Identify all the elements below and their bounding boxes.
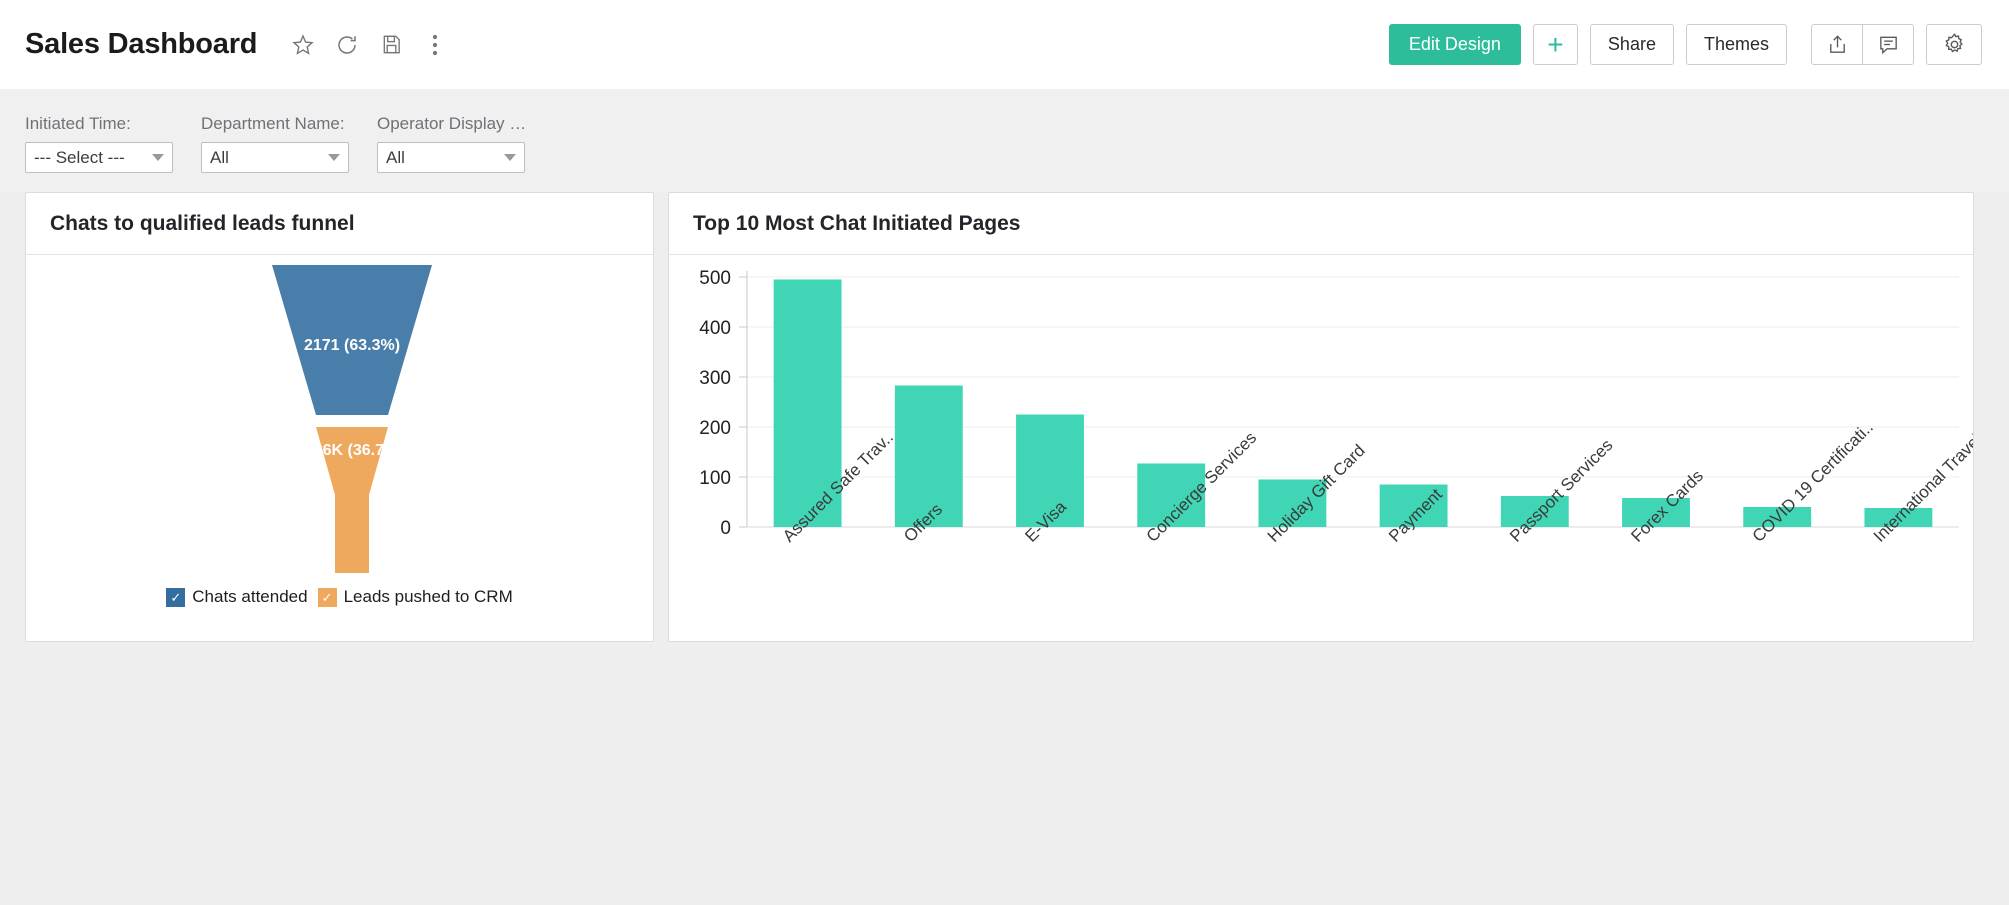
dashboard-cards: Chats to qualified leads funnel 2171 (63… [0, 192, 2009, 642]
more-options-icon[interactable] [422, 32, 448, 58]
funnel-card-body: 2171 (63.3%) 1.26K (36.7%) ✓ Chats atten… [26, 255, 653, 642]
chevron-down-icon [328, 154, 340, 161]
legend-label: Chats attended [192, 587, 308, 606]
favorite-star-icon[interactable] [290, 32, 316, 58]
funnel-card-title: Chats to qualified leads funnel [50, 211, 355, 235]
funnel-segment-label-top: 2171 (63.3%) [303, 337, 399, 354]
filter-value: --- Select --- [34, 147, 125, 167]
bar-card-title: Top 10 Most Chat Initiated Pages [693, 211, 1021, 235]
filter-label: Initiated Time: [25, 114, 131, 133]
filter-value: All [210, 147, 229, 167]
edit-design-button[interactable]: Edit Design [1388, 24, 1521, 65]
y-axis-tick-label: 300 [699, 368, 731, 389]
add-button[interactable]: + [1532, 24, 1578, 65]
bar-card: Top 10 Most Chat Initiated Pages 0 100 200… [668, 192, 1974, 642]
legend-item-chats-attended[interactable]: ✓ Chats attended [166, 587, 308, 607]
title-actions [290, 32, 448, 58]
chevron-down-icon [504, 154, 516, 161]
y-axis-tick-label: 100 [699, 468, 731, 489]
icon-button-group [1811, 24, 1914, 65]
filter-initiated-time: Initiated Time: --- Select --- [25, 114, 173, 192]
bar-chart: 0 100 200 300 400 500 Assured Safe Trav.. Offer… [669, 255, 1973, 642]
x-axis-tick-label: Passport Services [1506, 436, 1616, 546]
initiated-time-select[interactable]: --- Select --- [25, 142, 173, 173]
filter-label: Operator Display N... [377, 114, 527, 133]
export-icon[interactable] [1811, 24, 1863, 65]
filter-department-name: Department Name: All [201, 114, 349, 192]
funnel-svg: 2171 (63.3%) 1.26K (36.7%) [271, 265, 432, 573]
legend-checkbox-leads-pushed[interactable]: ✓ [317, 587, 337, 607]
filter-label: Department Name: [201, 114, 345, 133]
header-left: Sales Dashboard [25, 28, 448, 61]
funnel-chart: 2171 (63.3%) 1.26K (36.7%) [26, 255, 653, 585]
refresh-icon[interactable] [334, 32, 360, 58]
y-axis-tick-label: 200 [699, 418, 731, 439]
funnel-card: Chats to qualified leads funnel 2171 (63… [25, 192, 654, 642]
y-axis-tick-label: 500 [699, 268, 731, 289]
legend-checkbox-chats-attended[interactable]: ✓ [166, 587, 186, 607]
bar-chart-svg: 0100200300400500Assured Safe Trav.. Offer… [699, 268, 1973, 546]
filter-bar: Initiated Time: --- Select --- Departmen… [0, 89, 2009, 192]
funnel-segment-label-bottom: 1.26K (36.7%) [300, 442, 403, 459]
legend-label: Leads pushed to CRM [343, 587, 513, 606]
share-button[interactable]: Share [1589, 24, 1674, 65]
header-actions: Edit Design + Share Themes [1388, 24, 1982, 65]
y-axis-tick-label: 0 [720, 518, 731, 539]
themes-button[interactable]: Themes [1685, 24, 1787, 65]
page-title: Sales Dashboard [25, 28, 258, 60]
filter-value: All [386, 147, 405, 167]
department-name-select[interactable]: All [201, 142, 349, 173]
comment-icon[interactable] [1862, 24, 1914, 65]
y-axis-tick-label: 400 [699, 318, 731, 339]
bar-card-header: Top 10 Most Chat Initiated Pages [669, 193, 1973, 255]
filter-operator-display-name: Operator Display N... All [377, 114, 527, 192]
save-icon[interactable] [378, 32, 404, 58]
funnel-card-header: Chats to qualified leads funnel [26, 193, 653, 255]
bar-card-body: 0 100 200 300 400 500 Assured Safe Trav.. Offer… [669, 255, 1973, 642]
legend-item-leads-pushed-to-crm[interactable]: ✓ Leads pushed to CRM [317, 587, 513, 607]
chevron-down-icon [152, 154, 164, 161]
funnel-legend: ✓ Chats attended ✓ Leads pushed to CRM [26, 587, 653, 607]
operator-display-name-select[interactable]: All [377, 142, 525, 173]
gear-icon[interactable] [1926, 24, 1982, 65]
app-header: Sales Dashboard Edit Design + Share Them… [0, 0, 2009, 89]
